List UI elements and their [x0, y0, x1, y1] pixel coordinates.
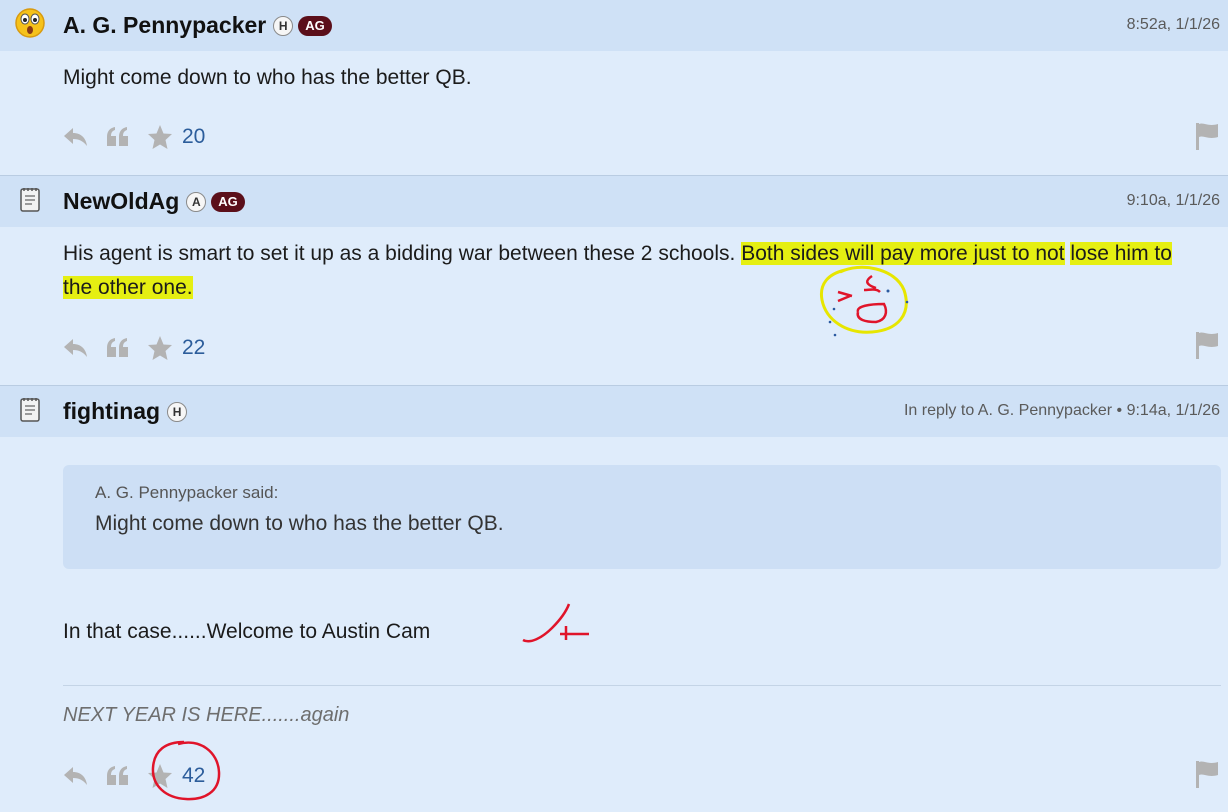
quote-icon[interactable] — [104, 123, 132, 151]
post-text: His agent is smart to set it up as a bid… — [63, 242, 736, 265]
post-text: In that case......Welcome to Austin Cam — [63, 620, 431, 643]
post-body: Might come down to who has the better QB… — [0, 51, 1228, 95]
quote-text: Might come down to who has the better QB… — [95, 512, 504, 535]
reply-icon[interactable] — [62, 762, 90, 790]
star-count[interactable]: 20 — [182, 125, 205, 149]
post-2: NewOldAg A AG 9:10a, 1/1/26 His agent is… — [0, 175, 1228, 385]
post-author[interactable]: fightinag H — [63, 398, 188, 425]
highlighted-text: Both sides will pay more just to not — [741, 242, 1065, 265]
post-timestamp[interactable]: 9:14a, 1/1/26 — [1127, 402, 1220, 419]
badge-ag: AG — [298, 15, 332, 36]
badge-a: A — [186, 191, 207, 212]
post-header: NewOldAg A AG 9:10a, 1/1/26 — [0, 176, 1228, 227]
post-header: fightinag H In reply to A. G. Pennypacke… — [0, 386, 1228, 437]
post-actions: 22 — [62, 332, 205, 364]
post-author[interactable]: A. G. Pennypacker H AG — [63, 12, 332, 39]
badge-h: H — [167, 401, 188, 422]
post-author[interactable]: NewOldAg A AG — [63, 188, 245, 215]
flag-icon[interactable] — [1194, 760, 1220, 788]
star-icon[interactable] — [146, 123, 174, 151]
signature: NEXT YEAR IS HERE.......again — [63, 704, 350, 726]
post-text: Might come down to who has the better QB… — [63, 66, 472, 89]
post-timestamp[interactable]: 9:10a, 1/1/26 — [1127, 192, 1220, 210]
username[interactable]: NewOldAg — [63, 188, 179, 215]
reply-icon[interactable] — [62, 334, 90, 362]
notepad-icon[interactable] — [14, 393, 46, 425]
username[interactable]: A. G. Pennypacker — [63, 12, 266, 39]
signature-divider — [63, 685, 1221, 686]
post-actions: 42 — [62, 760, 205, 792]
quote-icon[interactable] — [104, 762, 132, 790]
reply-icon[interactable] — [62, 123, 90, 151]
post-header: A. G. Pennypacker H AG 8:52a, 1/1/26 — [0, 0, 1228, 51]
star-icon[interactable] — [146, 334, 174, 362]
star-icon[interactable] — [146, 762, 174, 790]
quoted-post[interactable]: A. G. Pennypacker said: Might come down … — [63, 465, 1221, 569]
badge-ag: AG — [211, 191, 245, 212]
quote-author: A. G. Pennypacker said: — [95, 483, 279, 502]
meta-separator: • — [1116, 402, 1123, 419]
star-count[interactable]: 22 — [182, 336, 205, 360]
surprised-emoji-icon[interactable] — [14, 7, 46, 39]
post-3: fightinag H In reply to A. G. Pennypacke… — [0, 385, 1228, 812]
flag-icon[interactable] — [1194, 122, 1220, 150]
post-actions: 20 — [62, 121, 205, 153]
quote-icon[interactable] — [104, 334, 132, 362]
reply-to-link[interactable]: In reply to A. G. Pennypacker — [904, 402, 1112, 419]
post-body: His agent is smart to set it up as a bid… — [0, 227, 1228, 305]
post-1: A. G. Pennypacker H AG 8:52a, 1/1/26 Mig… — [0, 0, 1228, 175]
post-meta: In reply to A. G. Pennypacker • 9:14a, 1… — [904, 402, 1220, 420]
badge-h: H — [273, 15, 294, 36]
post-timestamp[interactable]: 8:52a, 1/1/26 — [1127, 16, 1220, 34]
flag-icon[interactable] — [1194, 331, 1220, 359]
username[interactable]: fightinag — [63, 398, 160, 425]
notepad-icon[interactable] — [14, 183, 46, 215]
star-count[interactable]: 42 — [182, 764, 205, 788]
